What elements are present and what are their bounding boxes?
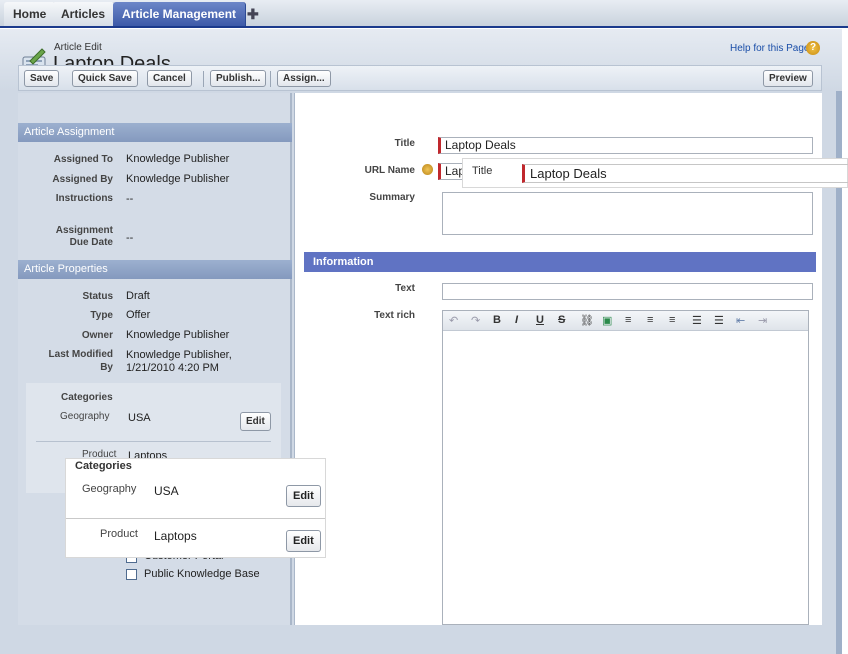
text-label: Text [395, 283, 415, 294]
rich-text-editor[interactable]: ↶ ↷ B I U S ⛓ ▣ ≡ ≡ ≡ ☰ ☰ ⇤ ⇥ [442, 310, 809, 625]
assigned-by-label: Assigned By [52, 174, 113, 185]
text-rich-label: Text rich [374, 310, 415, 321]
url-name-label: URL Name [364, 165, 415, 176]
align-left-icon[interactable]: ≡ [625, 314, 631, 326]
action-toolbar: Save Quick Save Cancel Publish... Assign… [18, 65, 822, 91]
due-date-value: -- [126, 232, 134, 244]
assigned-by-value: Knowledge Publisher [126, 173, 230, 185]
last-modified-date: 1/21/2010 4:20 PM [126, 362, 219, 374]
text-input[interactable] [442, 283, 813, 300]
numbered-list-icon[interactable]: ☰ [714, 314, 724, 327]
strikethrough-icon[interactable]: S [558, 314, 565, 326]
information-heading: Information [304, 252, 816, 272]
summary-label: Summary [369, 192, 415, 203]
toolbar-divider [203, 71, 204, 87]
title-input[interactable]: Laptop Deals [438, 137, 813, 154]
redo-icon[interactable]: ↷ [471, 314, 480, 327]
zoom-title-label: Title [472, 165, 493, 177]
save-button[interactable]: Save [24, 70, 60, 87]
assign-button[interactable]: Assign... [277, 70, 331, 87]
categories-heading: Categories [61, 392, 113, 403]
divider [36, 441, 271, 442]
last-modified-by: Knowledge Publisher, [126, 349, 232, 361]
divider [66, 518, 325, 519]
tab-home[interactable]: Home [4, 2, 57, 26]
due-date-label-line2: Due Date [69, 237, 113, 248]
help-icon[interactable]: ? [806, 41, 820, 55]
info-icon[interactable] [422, 164, 433, 175]
geography-value: USA [128, 412, 151, 424]
breadcrumb: Article Edit [54, 42, 102, 53]
link-icon[interactable]: ⛓ [580, 314, 594, 327]
status-label: Status [82, 291, 113, 302]
summary-textarea[interactable] [442, 192, 813, 235]
geography-label: Geography [60, 411, 110, 422]
zoom-title-callout: Title Laptop Deals [462, 158, 848, 188]
zoom-geography-label: Geography [82, 483, 137, 495]
editor-toolbar: ↶ ↷ B I U S ⛓ ▣ ≡ ≡ ≡ ☰ ☰ ⇤ ⇥ [443, 311, 808, 331]
type-value: Offer [126, 309, 151, 321]
zoom-product-edit-button[interactable]: Edit [286, 530, 321, 552]
bulleted-list-icon[interactable]: ☰ [692, 314, 702, 327]
assigned-to-label: Assigned To [53, 154, 113, 165]
status-value: Draft [126, 290, 150, 302]
tab-bar: Home Articles Article Management ✚ [0, 0, 848, 28]
undo-icon[interactable]: ↶ [449, 314, 458, 327]
cancel-button[interactable]: Cancel [147, 70, 192, 87]
type-label: Type [90, 310, 113, 321]
zoom-product-label: Product [100, 528, 138, 540]
title-label: Title [394, 138, 415, 149]
last-modified-label-line1: Last Modified [48, 349, 113, 360]
zoom-categories-callout: Categories Geography USA Edit Product La… [65, 458, 326, 558]
tab-article-management[interactable]: Article Management [113, 2, 247, 26]
zoom-geography-edit-button[interactable]: Edit [286, 485, 321, 507]
owner-value: Knowledge Publisher [126, 329, 230, 341]
geography-edit-button[interactable]: Edit [240, 412, 271, 431]
underline-icon[interactable]: U [536, 314, 544, 326]
preview-button[interactable]: Preview [763, 70, 813, 87]
zoom-categories-heading: Categories [75, 460, 132, 472]
public-knowledge-base-checkbox[interactable] [126, 569, 137, 580]
add-tab-icon[interactable]: ✚ [238, 2, 268, 26]
align-center-icon[interactable]: ≡ [647, 314, 653, 326]
instructions-label: Instructions [55, 193, 113, 204]
article-assignment-heading: Article Assignment [18, 123, 292, 142]
article-properties-heading: Article Properties [18, 260, 292, 279]
zoom-product-value: Laptops [154, 529, 197, 543]
public-knowledge-base-label: Public Knowledge Base [144, 568, 260, 580]
align-right-icon[interactable]: ≡ [669, 314, 675, 326]
due-date-label-line1: Assignment [55, 225, 113, 236]
help-link[interactable]: Help for this Page [730, 43, 810, 54]
quick-save-button[interactable]: Quick Save [72, 70, 138, 87]
toolbar-divider [270, 71, 271, 87]
outdent-icon[interactable]: ⇤ [736, 314, 745, 327]
bold-icon[interactable]: B [493, 314, 501, 326]
indent-icon[interactable]: ⇥ [758, 314, 767, 327]
instructions-value: -- [126, 193, 134, 205]
italic-icon[interactable]: I [515, 314, 518, 326]
publish-button[interactable]: Publish... [210, 70, 267, 87]
last-modified-label-line2: By [100, 362, 113, 373]
zoom-geography-value: USA [154, 484, 179, 498]
zoom-title-input[interactable]: Laptop Deals [522, 164, 848, 183]
owner-label: Owner [81, 330, 113, 341]
tab-articles[interactable]: Articles [52, 2, 116, 26]
assigned-to-value: Knowledge Publisher [126, 153, 230, 165]
image-icon[interactable]: ▣ [602, 314, 612, 327]
